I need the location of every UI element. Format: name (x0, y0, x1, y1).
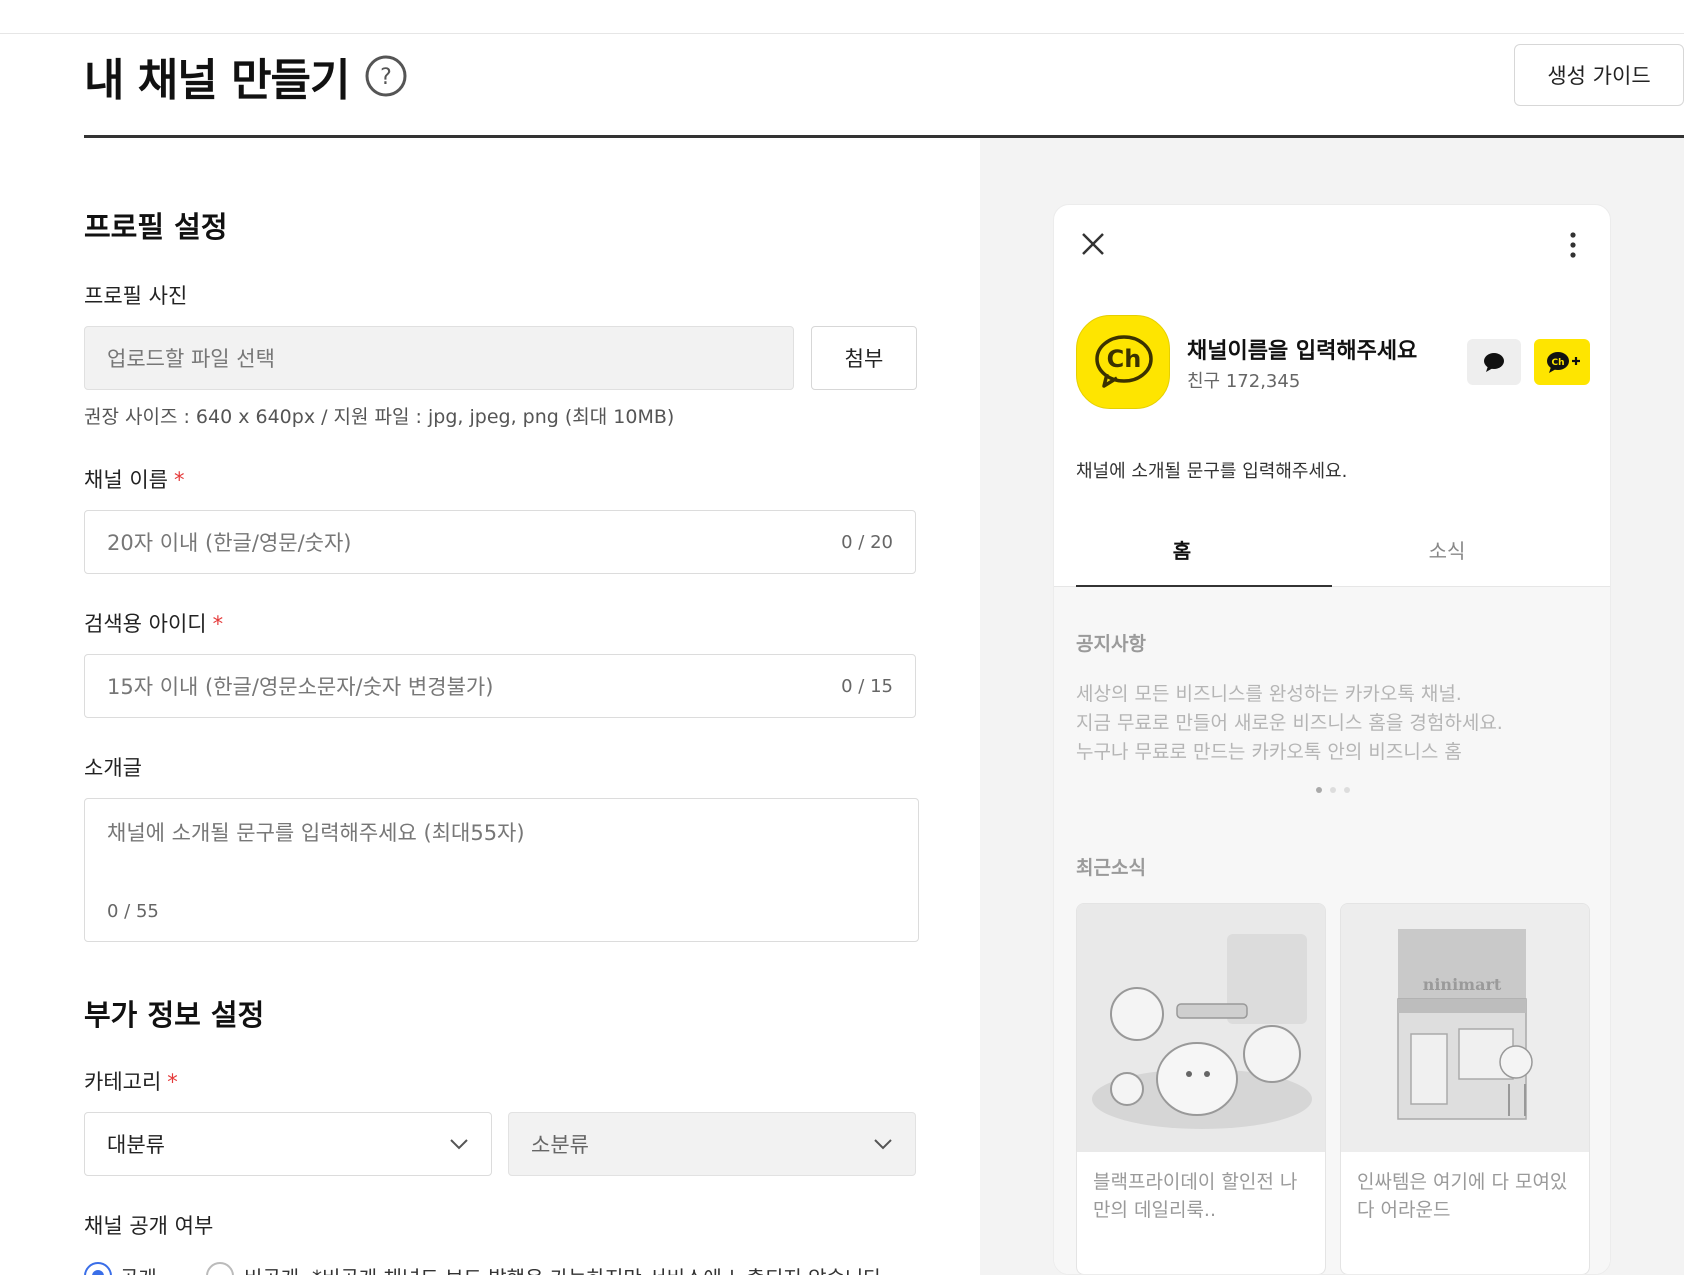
profile-photo-label: 프로필 사진 (84, 284, 188, 308)
news-card[interactable]: 블랙프라이데이 할인전 나만의 데일리룩.. (1076, 903, 1326, 1274)
channel-preview-card: Ch 채널이름을 입력해주세요 친구 172,345 Ch 채널에 소개될 문구… (1053, 204, 1611, 1275)
channel-name-counter: 0 / 20 (841, 531, 893, 553)
channel-name-placeholder: 20자 이내 (한글/영문/숫자) (107, 531, 352, 555)
search-id-input[interactable]: 15자 이내 (한글/영문소문자/숫자 변경불가) 0 / 15 (84, 654, 916, 718)
profile-section-title: 프로필 설정 (84, 210, 228, 244)
required-mark: * (167, 1070, 178, 1094)
file-input-placeholder: 업로드할 파일 선택 (107, 347, 275, 371)
chevron-down-icon (450, 1139, 468, 1150)
private-note: *비공개 채널도 보드 발행은 가능하지만 서비스에 노출되지 않습니다. (312, 1262, 888, 1275)
channel-plus-icon: Ch (1547, 352, 1580, 373)
chat-button[interactable] (1467, 339, 1521, 385)
visibility-label: 채널 공개 여부 (84, 1214, 214, 1238)
private-radio-label: 비공개 (244, 1262, 299, 1275)
question-circle-icon[interactable]: ? (364, 54, 408, 98)
news-card-illustration: ninimart (1341, 904, 1589, 1152)
category-major-value: 대분류 (107, 1133, 165, 1157)
extra-section-title: 부가 정보 설정 (84, 998, 265, 1032)
page-header: 내 채널 만들기 ? 생성 가이드 (84, 34, 1684, 137)
news-card-text: 인싸템은 여기에 다 모여있다 어라운드 (1357, 1171, 1568, 1221)
tab-home[interactable]: 홈 (1054, 535, 1310, 564)
private-radio[interactable] (206, 1262, 234, 1275)
category-minor-select[interactable]: 소분류 (508, 1112, 916, 1176)
attach-button[interactable]: 첨부 (811, 326, 917, 390)
carousel-dot[interactable] (1330, 787, 1336, 793)
svg-text:?: ? (380, 65, 392, 90)
category-major-select[interactable]: 대분류 (84, 1112, 492, 1176)
carousel-dot[interactable] (1316, 787, 1322, 793)
svg-text:Ch: Ch (1551, 358, 1564, 368)
channel-avatar: Ch (1076, 315, 1170, 409)
search-id-label-text: 검색용 아이디 (84, 612, 207, 636)
intro-counter: 0 / 55 (107, 901, 159, 922)
intro-placeholder: 채널에 소개될 문구를 입력해주세요 (최대55자) (107, 821, 525, 845)
creation-guide-button[interactable]: 생성 가이드 (1514, 44, 1684, 106)
news-card-illustration (1077, 904, 1325, 1152)
avatar-text: Ch (1107, 345, 1142, 373)
profile-photo-file-input[interactable]: 업로드할 파일 선택 (84, 326, 794, 390)
preview-intro: 채널에 소개될 문구를 입력해주세요. (1076, 461, 1348, 482)
channel-name-label: 채널 이름 * (84, 464, 184, 494)
tab-news[interactable]: 소식 (1319, 535, 1575, 564)
carousel-dot[interactable] (1344, 787, 1350, 793)
notice-line: 누구나 무료로 만드는 카카오톡 안의 비즈니스 홈 (1076, 741, 1462, 763)
channel-logo: Ch (1095, 335, 1153, 388)
search-id-counter: 0 / 15 (841, 675, 893, 697)
intro-textarea[interactable]: 채널에 소개될 문구를 입력해주세요 (최대55자) 0 / 55 (84, 798, 919, 942)
preview-friend-count: 친구 172,345 (1187, 371, 1301, 392)
photo-size-hint: 권장 사이즈 : 640 x 640px / 지원 파일 : jpg, jpeg… (84, 406, 675, 428)
required-mark: * (173, 468, 185, 492)
news-card-text: 블랙프라이데이 할인전 나만의 데일리룩.. (1093, 1171, 1298, 1221)
page-title: 내 채널 만들기 (84, 55, 351, 106)
preview-channel-name: 채널이름을 입력해주세요 (1187, 339, 1418, 364)
chevron-down-icon (874, 1139, 892, 1150)
category-label-text: 카테고리 (84, 1070, 162, 1094)
search-id-label: 검색용 아이디 * (84, 608, 223, 638)
carousel-dots (1316, 787, 1350, 795)
close-icon[interactable] (1080, 231, 1106, 257)
public-radio-label: 공개 (120, 1262, 157, 1275)
chat-bubble-icon (1484, 353, 1504, 372)
more-vertical-icon[interactable] (1569, 231, 1577, 259)
channel-name-input[interactable]: 20자 이내 (한글/영문/숫자) 0 / 20 (84, 510, 916, 574)
category-minor-value: 소분류 (531, 1133, 589, 1157)
intro-label: 소개글 (84, 756, 142, 780)
channel-name-label-text: 채널 이름 (84, 468, 168, 492)
public-radio[interactable] (84, 1262, 112, 1275)
search-id-placeholder: 15자 이내 (한글/영문소문자/숫자 변경불가) (107, 675, 494, 699)
visibility-radio-group: 공개 비공개 *비공개 채널도 보드 발행은 가능하지만 서비스에 노출되지 않… (84, 1252, 920, 1275)
notice-line: 지금 무료로 만들어 새로운 비즈니스 홈을 경험하세요. (1076, 712, 1503, 734)
category-label: 카테고리 * (84, 1066, 178, 1096)
ninimart-sign: ninimart (1423, 975, 1502, 994)
news-card[interactable]: ninimart 인싸템은 여기에 다 모여있다 어라운드 (1340, 903, 1590, 1274)
notice-title: 공지사항 (1076, 633, 1146, 655)
notice-line: 세상의 모든 비즈니스를 완성하는 카카오톡 채널. (1076, 683, 1462, 705)
add-channel-button[interactable]: Ch (1534, 339, 1590, 385)
required-mark: * (212, 612, 224, 636)
recent-news-title: 최근소식 (1076, 857, 1146, 879)
